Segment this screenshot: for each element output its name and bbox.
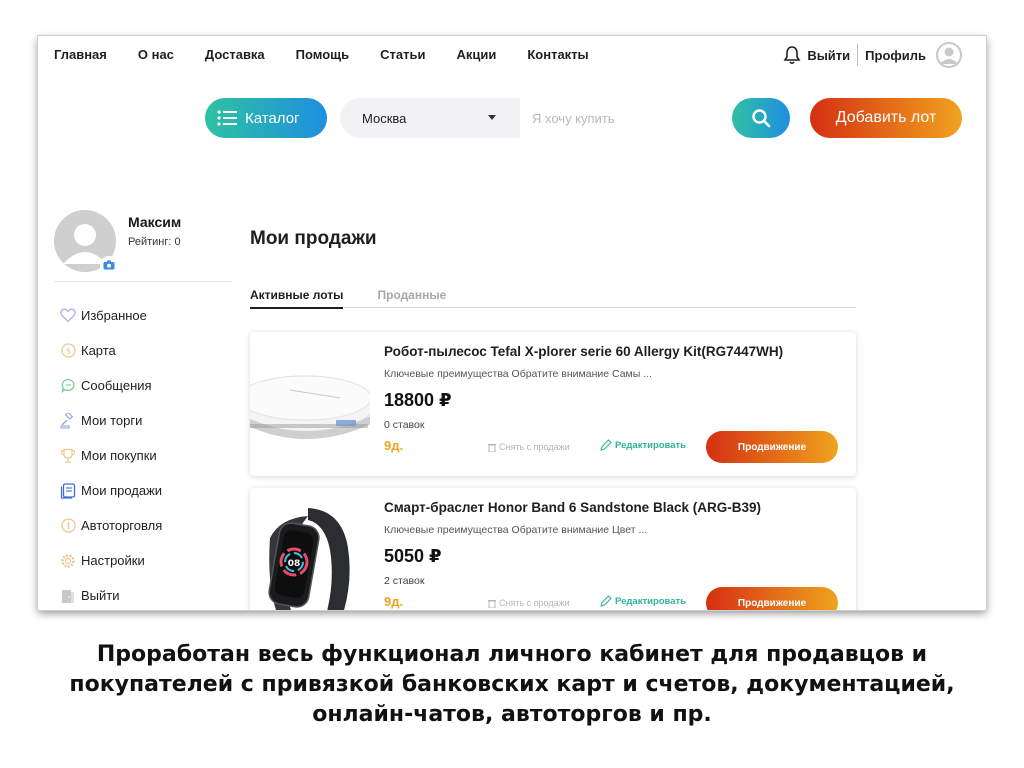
lot-bids: 0 ставок [384,419,425,431]
document-icon [60,482,76,499]
pencil-icon [600,439,612,451]
remove-from-sale-button[interactable]: Снять с продажи [488,598,570,608]
lot-days-left: 9д. [384,438,404,453]
nav-delivery[interactable]: Доставка [205,47,265,62]
sidebar-item-label: Автоторговля [81,518,163,533]
trash-icon [488,443,496,452]
sidebar-item-label: Мои торги [81,413,143,428]
lot-title[interactable]: Смарт-браслет Honor Band 6 Sandstone Bla… [384,500,761,515]
trophy-icon [60,448,76,464]
chat-icon [60,378,76,394]
nav-promotions[interactable]: Акции [456,47,496,62]
search-button[interactable] [732,98,790,138]
sidebar-item-favorites[interactable]: Избранное [60,298,162,333]
catalog-button[interactable]: Каталог [205,98,327,138]
tab-sold[interactable]: Проданные [377,288,446,308]
sidebar-item-my-purchases[interactable]: Мои покупки [60,438,162,473]
sidebar-item-my-auctions[interactable]: Мои торги [60,403,162,438]
nav-home[interactable]: Главная [54,47,107,62]
svg-text:08: 08 [288,559,301,569]
edit-label: Редактировать [615,439,687,451]
divider [54,281,232,282]
sidebar-item-label: Мои покупки [81,448,157,463]
lot-price: 5050 ₽ [384,546,442,566]
info-icon [60,518,76,534]
promote-button[interactable]: Продвижение [706,587,838,610]
exit-door-icon [60,588,76,604]
page-title: Мои продажи [250,228,377,249]
camera-icon[interactable] [100,256,118,274]
nav-help[interactable]: Помощь [296,47,349,62]
sidebar-item-label: Настройки [81,553,145,568]
lot-bids: 2 ставок [384,575,425,587]
sidebar-item-label: Карта [81,343,116,358]
sidebar-item-messages[interactable]: Сообщения [60,368,162,403]
top-right-controls: Выйти Профиль [783,42,962,68]
sidebar-item-autotrading[interactable]: Автоторговля [60,508,162,543]
profile-name: Максим [128,214,182,230]
pencil-icon [600,595,612,607]
chevron-down-icon [488,115,496,120]
sidebar-item-logout[interactable]: Выйти [60,578,162,610]
caption-line: покупателей с привязкой банковских карт … [69,672,955,697]
lot-card[interactable]: Робот-пылесос Tefal X-plorer serie 60 Al… [250,332,856,476]
sidebar-item-my-sales[interactable]: Мои продажи [60,473,162,508]
edit-label: Редактировать [615,595,687,607]
lot-title[interactable]: Робот-пылесос Tefal X-plorer serie 60 Al… [384,344,783,359]
search-bar: Москва [340,98,790,138]
lot-price: 18800 ₽ [384,390,452,410]
divider [857,44,859,66]
caption: Проработан весь функционал личного кабин… [0,640,1024,730]
app-window: Главная О нас Доставка Помощь Статьи Акц… [38,36,986,610]
nav-contacts[interactable]: Контакты [527,47,588,62]
logout-link[interactable]: Выйти [807,48,850,63]
lot-days-left: 9д. [384,594,404,609]
sidebar-item-label: Выйти [81,588,120,603]
robot-vacuum-image [250,375,370,439]
svg-text:$: $ [65,347,70,356]
edit-button[interactable]: Редактировать [600,595,686,607]
city-select[interactable]: Москва [340,98,520,138]
sidebar-menu: Избранное $ Карта Сообщения Мои торги Мо… [60,298,162,610]
top-nav: Главная О нас Доставка Помощь Статьи Акц… [54,47,620,62]
nav-about[interactable]: О нас [138,47,174,62]
add-lot-button[interactable]: Добавить лот [810,98,962,138]
profile-rating: Рейтинг: 0 [128,236,181,248]
sidebar-item-label: Мои продажи [81,483,163,498]
sidebar-item-label: Избранное [81,308,147,323]
tabs: Активные лоты Проданные [250,288,856,309]
catalog-label: Каталог [245,109,300,127]
tab-active-lots[interactable]: Активные лоты [250,288,344,309]
sidebar-item-label: Сообщения [81,378,152,393]
bell-icon[interactable] [783,45,801,65]
search-icon [752,109,771,128]
profile-link[interactable]: Профиль [865,48,926,63]
caption-line: Проработан весь функционал личного кабин… [96,642,928,667]
city-value: Москва [362,110,407,126]
lot-description: Ключевые преимущества Обратите внимание … [384,368,652,380]
lot-card[interactable]: 08 Смарт-браслет Honor Band 6 Sandstone … [250,488,856,610]
sidebar-item-card[interactable]: $ Карта [60,333,162,368]
caption-line: онлайн-чатов, автоторгов и пр. [312,702,712,727]
coin-icon: $ [60,343,76,359]
lot-description: Ключевые преимущества Обратите внимание … [384,524,648,536]
smart-band-image: 08 [268,508,350,610]
promote-button[interactable]: Продвижение [706,431,838,463]
gavel-icon [60,412,76,429]
nav-articles[interactable]: Статьи [380,47,425,62]
edit-button[interactable]: Редактировать [600,439,686,451]
remove-label: Снять с продажи [499,598,570,608]
trash-icon [488,599,496,608]
remove-from-sale-button[interactable]: Снять с продажи [488,442,570,452]
user-avatar-icon[interactable] [936,42,962,68]
sidebar-item-settings[interactable]: Настройки [60,543,162,578]
heart-icon [60,308,76,324]
remove-label: Снять с продажи [499,442,570,452]
gear-icon [60,553,76,569]
list-icon [217,110,237,126]
